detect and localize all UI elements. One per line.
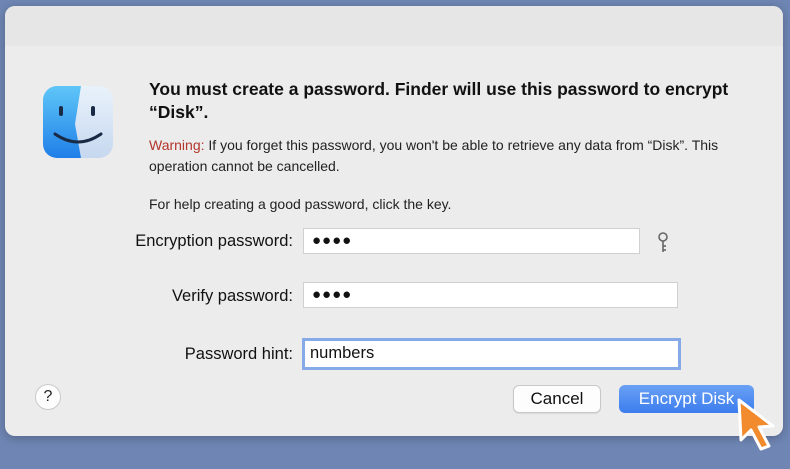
- dialog-heading: You must create a password. Finder will …: [149, 79, 729, 122]
- help-button[interactable]: ?: [35, 384, 61, 410]
- encryption-password-label: Encryption password:: [135, 232, 293, 250]
- encryption-password-field[interactable]: ●●●●: [303, 228, 640, 254]
- key-icon[interactable]: [656, 232, 670, 254]
- dialog-titlebar: [5, 6, 783, 46]
- cancel-button[interactable]: Cancel: [513, 385, 601, 413]
- pointer-cursor-icon: [737, 398, 775, 451]
- warning-message: Warning: If you forget this password, yo…: [149, 135, 749, 177]
- verify-password-label: Verify password:: [171, 287, 293, 305]
- warning-text: If you forget this password, you won't b…: [149, 137, 719, 174]
- warning-label: Warning:: [149, 137, 205, 153]
- encrypt-disk-dialog: You must create a password. Finder will …: [5, 6, 783, 436]
- password-hint-field[interactable]: numbers: [302, 338, 681, 370]
- verify-password-field[interactable]: ●●●●: [303, 282, 678, 308]
- password-hint-label: Password hint:: [184, 345, 293, 363]
- finder-icon: [43, 86, 113, 158]
- password-help-text: For help creating a good password, click…: [149, 196, 452, 212]
